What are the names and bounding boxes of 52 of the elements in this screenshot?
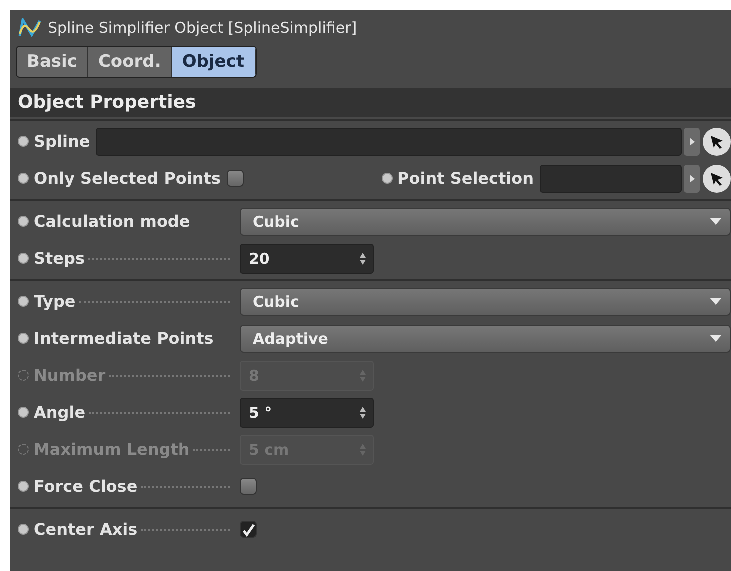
play-triangle-icon — [690, 174, 694, 182]
tab[interactable]: Object — [172, 47, 256, 77]
parameter-label: Intermediate Points — [34, 329, 214, 348]
parameter-label: Center Axis — [34, 520, 138, 539]
parameter-label: Steps — [34, 249, 85, 268]
animation-dot-icon[interactable] — [18, 444, 29, 455]
animation-dot-icon[interactable] — [18, 173, 29, 184]
dropdown[interactable]: Adaptive — [240, 324, 731, 352]
tab[interactable]: Basic — [17, 47, 88, 77]
animation-dot-icon[interactable] — [18, 407, 29, 418]
spinner-arrows-icon[interactable] — [359, 252, 367, 266]
animation-dot-icon[interactable] — [18, 296, 29, 307]
dropdown[interactable]: Cubic — [240, 288, 731, 316]
spline-icon — [18, 18, 42, 38]
parameter-label: Angle — [34, 403, 86, 422]
checkmark-icon — [242, 522, 256, 536]
number-field[interactable]: 5 ° — [240, 398, 374, 428]
tab[interactable]: Coord. — [88, 47, 172, 77]
caret-icon — [710, 335, 722, 342]
animation-dot-icon[interactable] — [18, 524, 29, 535]
dropdown[interactable]: Cubic — [240, 208, 731, 236]
pick-cursor-button[interactable] — [703, 164, 731, 192]
animation-dot-icon[interactable] — [18, 333, 29, 344]
arrow-button[interactable] — [684, 128, 700, 156]
animation-dot-icon[interactable] — [18, 253, 29, 264]
parameter-label: Type — [34, 292, 76, 311]
parameter-label: Point Selection — [398, 169, 534, 188]
parameter-label: Force Close — [34, 477, 138, 496]
checkbox[interactable] — [240, 478, 257, 495]
section-header: Object Properties — [10, 88, 731, 117]
arrow-button[interactable] — [684, 164, 700, 192]
link-field[interactable] — [96, 128, 682, 156]
checkbox[interactable] — [240, 521, 257, 538]
animation-dot-icon[interactable] — [18, 481, 29, 492]
parameter-label: Spline — [34, 132, 90, 151]
checkbox[interactable] — [226, 170, 244, 187]
parameter-label: Calculation mode — [34, 212, 190, 231]
parameter-label: Only Selected Points — [34, 169, 221, 188]
animation-dot-icon[interactable] — [18, 370, 29, 381]
pick-cursor-button[interactable] — [703, 128, 731, 156]
link-field[interactable] — [540, 164, 682, 192]
animation-dot-icon[interactable] — [382, 173, 392, 184]
play-triangle-icon — [690, 138, 694, 146]
window-title: Spline Simplifier Object [SplineSimplifier] — [48, 19, 358, 37]
animation-dot-icon[interactable] — [18, 216, 29, 227]
caret-icon — [710, 298, 722, 305]
parameter-label: Number — [34, 366, 106, 385]
animation-dot-icon[interactable] — [18, 136, 29, 147]
number-field[interactable]: 20 — [240, 244, 374, 274]
spinner-arrows-icon[interactable] — [359, 406, 367, 420]
caret-icon — [710, 218, 722, 225]
parameter-label: Maximum Length — [34, 440, 190, 459]
